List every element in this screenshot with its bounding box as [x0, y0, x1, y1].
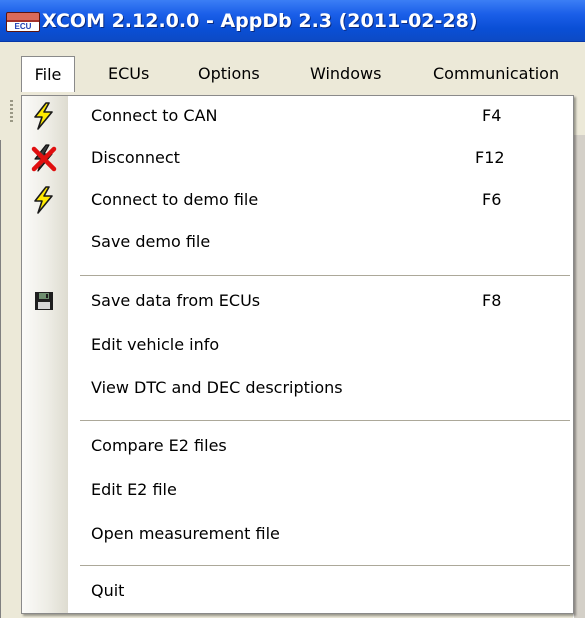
menu-separator	[80, 565, 570, 566]
menu-separator	[80, 275, 570, 276]
lightning-bolt-icon	[30, 186, 58, 214]
menu-item-label: Open measurement file	[91, 524, 280, 543]
menu-item-label: Disconnect	[91, 148, 180, 167]
disconnect-icon	[30, 144, 58, 172]
menu-item-shortcut: F6	[482, 190, 502, 209]
menu-item-edit-vehicle-info[interactable]: Edit vehicle info	[22, 325, 573, 365]
menu-ecus[interactable]: ECUs	[108, 56, 149, 92]
menu-item-label: Edit vehicle info	[91, 335, 220, 354]
menu-item-disconnect[interactable]: Disconnect F12	[22, 138, 573, 178]
menu-item-connect-to-demo-file[interactable]: Connect to demo file F6	[22, 180, 573, 220]
app-icon[interactable]: ECU	[6, 12, 40, 32]
menu-item-label: Edit E2 file	[91, 480, 177, 499]
menu-item-label: Save data from ECUs	[91, 291, 261, 310]
menu-item-edit-e2-file[interactable]: Edit E2 file	[22, 470, 573, 510]
toolbar-grip[interactable]	[10, 100, 13, 122]
menu-item-shortcut: F4	[482, 106, 502, 125]
menu-bar: File ECUs Options Windows Communication	[0, 42, 585, 96]
menu-item-label: View DTC and DEC descriptions	[91, 378, 343, 397]
menu-item-shortcut: F8	[482, 291, 502, 310]
menu-item-view-dtc-dec-descriptions[interactable]: View DTC and DEC descriptions	[22, 368, 573, 408]
floppy-disk-icon	[30, 287, 58, 315]
background-panel	[0, 140, 21, 618]
menu-item-label: Save demo file	[91, 232, 211, 251]
menu-file[interactable]: File	[21, 56, 75, 92]
menu-communication[interactable]: Communication	[433, 56, 559, 92]
file-menu-dropdown: Connect to CAN F4 Disconnect F12 Connect…	[21, 95, 574, 614]
menu-item-label: Connect to CAN	[91, 106, 218, 125]
menu-item-save-data-from-ecus[interactable]: Save data from ECUs F8	[22, 281, 573, 321]
menu-item-save-demo-file[interactable]: Save demo file	[22, 222, 573, 262]
menu-windows[interactable]: Windows	[310, 56, 381, 92]
menu-item-label: Quit	[91, 581, 125, 600]
menu-item-label: Compare E2 files	[91, 436, 227, 455]
lightning-bolt-icon	[30, 102, 58, 130]
menu-item-connect-to-can[interactable]: Connect to CAN F4	[22, 96, 573, 136]
menu-item-label: Connect to demo file	[91, 190, 259, 209]
title-bar[interactable]: ECU XCOM 2.12.0.0 - AppDb 2.3 (2011-02-2…	[0, 0, 585, 42]
app-icon-label: ECU	[7, 22, 39, 31]
menu-item-quit[interactable]: Quit	[22, 571, 573, 611]
menu-item-shortcut: F12	[475, 148, 505, 167]
menu-separator	[80, 420, 570, 421]
menu-item-open-measurement-file[interactable]: Open measurement file	[22, 514, 573, 554]
menu-options[interactable]: Options	[198, 56, 260, 92]
window-title: XCOM 2.12.0.0 - AppDb 2.3 (2011-02-28)	[42, 10, 478, 32]
menu-item-compare-e2-files[interactable]: Compare E2 files	[22, 426, 573, 466]
background-right-panel	[573, 135, 585, 618]
